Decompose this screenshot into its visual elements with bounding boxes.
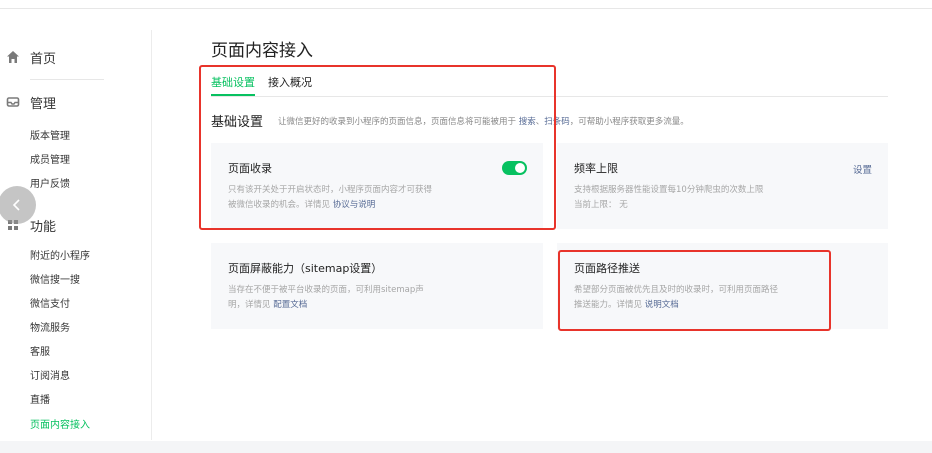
card-push-desc-prefix: 推送能力。详情见 [574,300,643,310]
card-blocking-title: 页面屏蔽能力（sitemap设置） [228,262,383,275]
section-description: 让微信更好的收录到小程序的页面信息，页面信息将可能被用于 搜索、扫条码，可帮助小… [278,115,689,127]
link-scan[interactable]: 扫条码 [544,117,570,127]
active-tab-indicator [211,94,255,96]
tab-basic-settings[interactable]: 基础设置 [211,76,255,90]
card-frequency-limit: 频率上限 设置 支持根据服务器性能设置每10分钟爬虫的次数上限 当前上限： 无 [557,143,888,229]
nav-manage[interactable]: 管理 [0,91,150,113]
nav-item-subscribe[interactable]: 订阅消息 [30,370,70,384]
nav-item-page-content[interactable]: 页面内容接入 [30,419,90,433]
card-blocking-desc-prefix: 明，详情见 [228,300,271,310]
section-desc-prefix: 让微信更好的收录到小程序的页面信息，页面信息将可能被用于 [278,117,517,127]
card-page-blocking: 页面屏蔽能力（sitemap设置） 当存在不便于被平台收录的页面，可利用site… [211,243,543,329]
chevron-left-icon [12,199,20,211]
nav-home-label: 首页 [30,51,57,67]
nav-manage-label: 管理 [30,96,57,112]
card-frequency-desc-line1: 支持根据服务器性能设置每10分钟爬虫的次数上限 [574,185,764,195]
sidebar: 首页 管理 版本管理 成员管理 用户反馈 功能 附近的小程序 微信搜一搜 微信支… [0,9,152,441]
card-push-desc-line2: 推送能力。详情见 说明文档 [574,298,679,312]
nav-item-search[interactable]: 微信搜一搜 [30,274,80,288]
card-blocking-desc-line1: 当存在不便于被平台收录的页面，可利用sitemap声 [228,285,424,295]
bottom-bar [0,441,932,453]
page-title: 页面内容接入 [211,41,313,61]
nav-item-service[interactable]: 客服 [30,346,50,360]
card-path-push: 页面路径推送 希望部分页面被优先且及时的收录时，可利用页面路径 推送能力。详情见… [557,243,888,329]
card-indexing-desc-prefix: 被微信收录的机会。详情见 [228,200,331,210]
inbox-icon [6,97,20,107]
nav-divider [30,79,104,80]
nav-item-pay[interactable]: 微信支付 [30,298,70,312]
card-indexing-title: 页面收录 [228,162,272,175]
section-title: 基础设置 [211,115,264,130]
link-agreement[interactable]: 协议与说明 [333,200,376,210]
card-push-desc-line1: 希望部分页面被优先且及时的收录时，可利用页面路径 [574,285,779,295]
home-icon [7,51,19,63]
card-indexing-desc-line1: 只有该开关处于开启状态时，小程序页面内容才可获得 [228,185,433,195]
sidebar-divider [151,30,152,440]
section-desc-suffix: ，可帮助小程序获取更多流量。 [569,117,689,127]
nav-item-nearby[interactable]: 附近的小程序 [30,250,90,264]
link-search[interactable]: 搜索 [519,117,536,127]
card-frequency-desc-line2: 当前上限： 无 [574,200,628,210]
card-page-indexing: 页面收录 只有该开关处于开启状态时，小程序页面内容才可获得 被微信收录的机会。详… [211,143,543,229]
nav-item-logistics[interactable]: 物流服务 [30,322,70,336]
card-indexing-desc-line2: 被微信收录的机会。详情见 协议与说明 [228,198,375,212]
card-push-title: 页面路径推送 [574,262,640,275]
frequency-settings-link[interactable]: 设置 [853,162,872,176]
nav-item-version[interactable]: 版本管理 [30,130,70,144]
nav-function-label: 功能 [30,219,57,235]
section-desc-sep: 、 [535,117,545,127]
nav-home[interactable]: 首页 [0,46,150,68]
nav-item-live[interactable]: 直播 [30,394,50,408]
tab-overview[interactable]: 接入概况 [268,76,312,90]
indexing-toggle[interactable] [502,161,527,175]
card-frequency-title: 频率上限 [574,162,618,175]
nav-item-members[interactable]: 成员管理 [30,154,70,168]
link-config-doc[interactable]: 配置文档 [273,300,307,310]
nav-item-feedback[interactable]: 用户反馈 [30,178,70,192]
link-explain-doc[interactable]: 说明文档 [645,300,679,310]
tab-bar: 基础设置 接入概况 [211,76,888,97]
toggle-knob [515,163,525,173]
card-blocking-desc-line2: 明，详情见 配置文档 [228,298,307,312]
